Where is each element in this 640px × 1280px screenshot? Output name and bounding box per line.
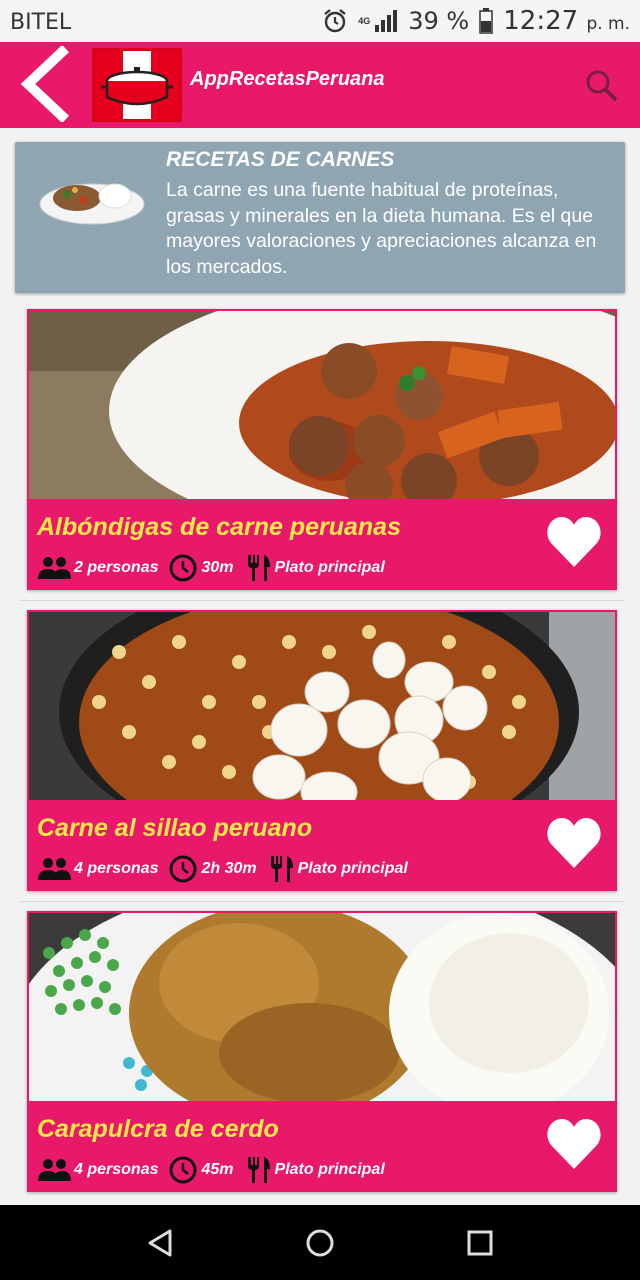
clock-icon xyxy=(169,855,197,883)
nav-recents-icon[interactable] xyxy=(464,1227,496,1259)
albondigas-photo xyxy=(29,311,615,499)
alarm-icon xyxy=(324,9,346,33)
recipe-meta: 4 personas 2h 30m Plato principal xyxy=(37,854,418,884)
category-thumbnail xyxy=(39,183,145,225)
category-text: Plato principal xyxy=(274,1161,385,1178)
people-icon xyxy=(38,858,71,880)
back-arrow-icon[interactable] xyxy=(18,46,78,122)
cook-time: 2h 30m xyxy=(168,854,257,884)
recipe-photo xyxy=(29,311,615,499)
app-title: AppRecetasPeruana xyxy=(190,68,385,90)
dish-category: Plato principal xyxy=(244,1155,385,1185)
battery-icon xyxy=(479,8,493,34)
fork-knife-icon xyxy=(247,555,270,581)
recipe-card[interactable]: Albóndigas de carne peruanas 2 personas … xyxy=(27,309,617,590)
cooking-pot-icon xyxy=(95,51,179,119)
carrier-name: BITEL xyxy=(10,10,72,35)
people-icon xyxy=(38,557,71,579)
fork-knife-icon xyxy=(270,856,293,882)
card-divider xyxy=(20,600,625,601)
recipe-meta: 2 personas 30m Plato principal xyxy=(37,553,395,583)
servings: 2 personas xyxy=(37,555,158,581)
category-description: La carne es una fuente habitual de prote… xyxy=(166,179,597,278)
servings: 4 personas xyxy=(37,856,158,882)
dish-category: Plato principal xyxy=(267,854,408,884)
dish-category: Plato principal xyxy=(244,553,385,583)
status-icons: 4G 39 % 12:27 p. m. xyxy=(322,6,630,36)
servings-text: 4 personas xyxy=(74,1161,159,1178)
fork-knife-icon xyxy=(247,1157,270,1183)
nav-back-icon[interactable] xyxy=(144,1227,176,1259)
clock-icon xyxy=(169,1156,197,1184)
clock-time: 12:27 xyxy=(503,6,579,36)
recipe-title: Carapulcra de cerdo xyxy=(37,1115,279,1143)
favorite-heart-icon[interactable] xyxy=(545,814,603,872)
cook-time: 30m xyxy=(168,553,234,583)
recipe-photo xyxy=(29,913,615,1101)
favorite-heart-icon[interactable] xyxy=(545,1115,603,1173)
category-text: Plato principal xyxy=(274,559,385,576)
servings-text: 2 personas xyxy=(74,559,159,576)
signal-icon xyxy=(375,10,398,32)
category-title: RECETAS DE CARNES xyxy=(166,148,395,171)
category-text: Plato principal xyxy=(297,860,408,877)
clock: 12:27 p. m. xyxy=(503,6,630,36)
favorite-heart-icon[interactable] xyxy=(545,513,603,571)
system-nav-bar xyxy=(0,1205,640,1280)
nav-home-icon[interactable] xyxy=(304,1227,336,1259)
network-type: 4G xyxy=(358,15,371,26)
app-logo xyxy=(92,48,182,122)
search-icon[interactable] xyxy=(584,68,620,104)
status-bar: BITEL 4G 39 % 12:27 p. m. xyxy=(0,0,640,42)
battery-percent: 39 % xyxy=(408,7,470,35)
servings: 4 personas xyxy=(37,1157,158,1183)
recipe-card[interactable]: Carapulcra de cerdo 4 personas 45m Plato… xyxy=(27,911,617,1192)
recipe-meta: 4 personas 45m Plato principal xyxy=(37,1155,395,1185)
app-bar: AppRecetasPeruana xyxy=(0,42,640,128)
clock-ampm: p. m. xyxy=(586,14,630,34)
time-text: 30m xyxy=(201,559,234,576)
card-divider xyxy=(20,901,625,902)
recipe-title: Carne al sillao peruano xyxy=(37,814,313,842)
recipe-photo xyxy=(29,612,615,800)
recipe-title: Albóndigas de carne peruanas xyxy=(37,513,401,541)
carapulcra-photo xyxy=(29,913,615,1101)
time-text: 2h 30m xyxy=(201,860,257,877)
servings-text: 4 personas xyxy=(74,860,159,877)
time-text: 45m xyxy=(201,1161,234,1178)
recipe-card[interactable]: Carne al sillao peruano 4 personas 2h 30… xyxy=(27,610,617,891)
sillao-photo xyxy=(29,612,615,800)
clock-icon xyxy=(169,554,197,582)
people-icon xyxy=(38,1159,71,1181)
cook-time: 45m xyxy=(168,1155,234,1185)
category-banner: RECETAS DE CARNES La carne es una fuente… xyxy=(15,142,625,293)
